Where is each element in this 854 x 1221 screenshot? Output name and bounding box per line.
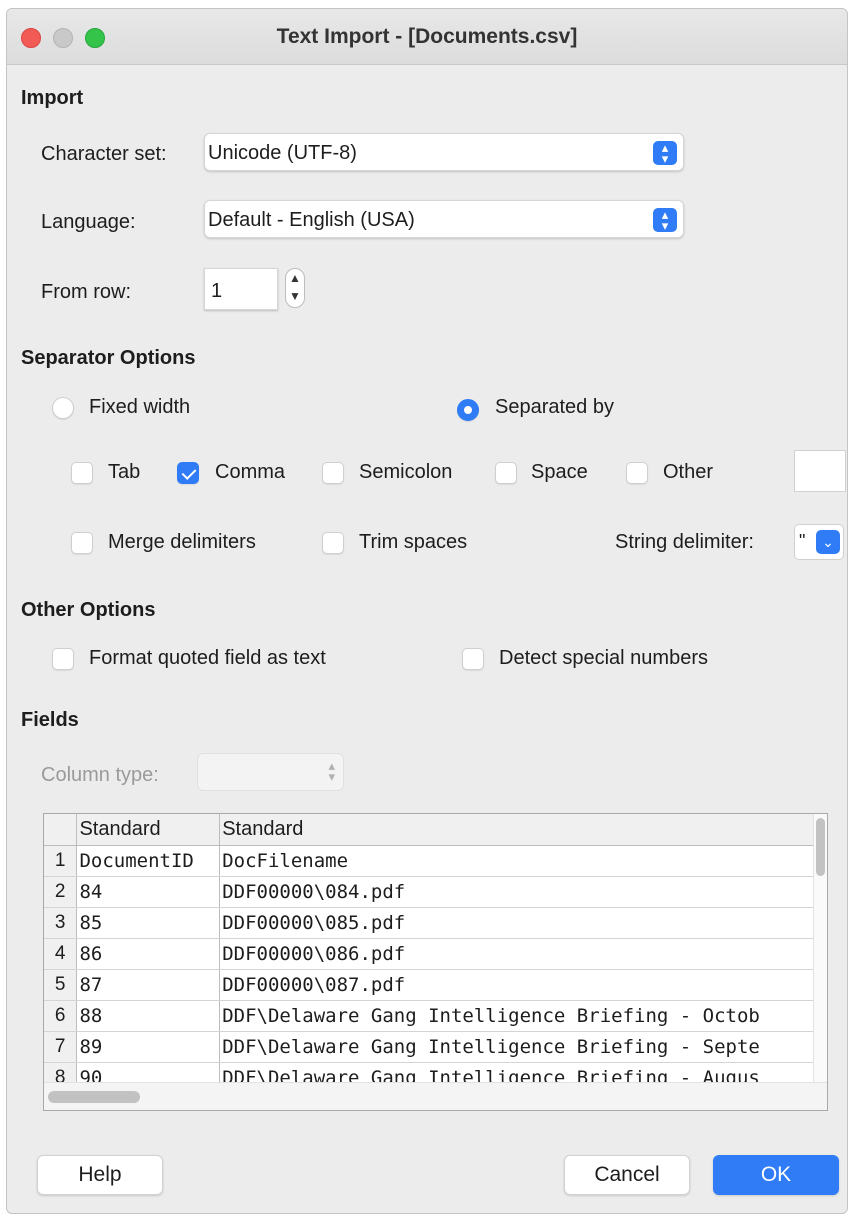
other-checkbox[interactable] [626, 462, 648, 484]
merge-delimiters-label: Merge delimiters [108, 531, 256, 553]
separated-by-label: Separated by [495, 396, 614, 418]
other-options-heading: Other Options [21, 599, 156, 621]
separated-by-radio[interactable] [457, 399, 479, 421]
comma-label: Comma [215, 461, 286, 483]
semicolon-label: Semicolon [359, 461, 453, 483]
horizontal-scroll-thumb[interactable] [48, 1091, 140, 1103]
trim-spaces-label: Trim spaces [359, 531, 468, 553]
language-select[interactable]: Default - English (USA) ▴ ▾ [204, 200, 684, 238]
fromrow-value: 1 [211, 280, 223, 302]
format-quoted-checkbox[interactable] [52, 648, 74, 670]
text-import-dialog: Text Import - [Documents.csv] Import Cha… [6, 8, 848, 1214]
trim-spaces-checkbox[interactable] [322, 532, 344, 554]
table-cell: DDF\Delaware Gang Intelligence Briefing … [219, 1031, 827, 1063]
table-cell: DDF00000\087.pdf [219, 969, 827, 1001]
table-cell: 87 [76, 969, 221, 1001]
table-cell: 86 [76, 938, 221, 970]
table-cell: DDF00000\086.pdf [219, 938, 827, 970]
comma-checkbox[interactable] [177, 462, 199, 484]
vertical-scrollbar[interactable] [813, 814, 827, 1110]
window-title: Text Import - [Documents.csv] [276, 25, 578, 48]
table-cell: 88 [76, 1000, 221, 1032]
detect-special-checkbox[interactable] [462, 648, 484, 670]
tab-checkbox[interactable] [71, 462, 93, 484]
help-button[interactable]: Help [37, 1155, 163, 1195]
ok-button[interactable]: OK [713, 1155, 839, 1195]
table-cell: DocFilename [219, 845, 827, 877]
separator-heading: Separator Options [21, 347, 196, 369]
column-header[interactable]: Standard [76, 814, 221, 846]
space-label: Space [531, 461, 588, 483]
import-heading: Import [21, 87, 84, 109]
table-row: 7 89 DDF\Delaware Gang Intelligence Brie… [44, 1031, 827, 1063]
chevron-down-icon: ⌄ [816, 530, 840, 554]
cancel-button[interactable]: Cancel [564, 1155, 690, 1195]
title-bar: Text Import - [Documents.csv] [7, 9, 847, 65]
table-cell: 84 [76, 876, 221, 908]
row-number: 2 [44, 876, 78, 908]
preview-grid[interactable]: Standard Standard 1 DocumentID DocFilena… [43, 813, 828, 1111]
language-value: Default - English (USA) [208, 209, 415, 231]
table-row: 1 DocumentID DocFilename [44, 845, 827, 877]
table-row: 3 85 DDF00000\085.pdf [44, 907, 827, 939]
vertical-scroll-thumb[interactable] [816, 818, 825, 876]
table-cell: DDF00000\084.pdf [219, 876, 827, 908]
row-number: 6 [44, 1000, 78, 1032]
format-quoted-label: Format quoted field as text [89, 647, 326, 669]
table-cell: DDF\Delaware Gang Intelligence Briefing … [219, 1000, 827, 1032]
column-type-label: Column type: [41, 764, 159, 786]
table-row: 2 84 DDF00000\084.pdf [44, 876, 827, 908]
fromrow-label: From row: [41, 281, 131, 303]
table-row: 6 88 DDF\Delaware Gang Intelligence Brie… [44, 1000, 827, 1032]
table-row: 4 86 DDF00000\086.pdf [44, 938, 827, 970]
row-number: 7 [44, 1031, 78, 1063]
chevron-down-icon[interactable]: ▼ [286, 287, 304, 305]
column-header[interactable]: Standard [219, 814, 827, 846]
row-number: 1 [44, 845, 78, 877]
fields-heading: Fields [21, 709, 79, 731]
table-cell: DocumentID [76, 845, 221, 877]
updown-chevron-icon: ▴ ▾ [653, 208, 677, 232]
language-label: Language: [41, 211, 136, 233]
space-checkbox[interactable] [495, 462, 517, 484]
chevron-up-icon[interactable]: ▲ [286, 269, 304, 287]
charset-select[interactable]: Unicode (UTF-8) ▴ ▾ [204, 133, 684, 171]
fixed-width-label: Fixed width [89, 396, 191, 418]
merge-delimiters-checkbox[interactable] [71, 532, 93, 554]
preview-table: Standard Standard 1 DocumentID DocFilena… [44, 814, 827, 1094]
corner-cell [44, 814, 78, 846]
string-delimiter-label: String delimiter: [615, 531, 754, 553]
table-cell: 89 [76, 1031, 221, 1063]
column-type-select[interactable]: ▴ ▾ [197, 753, 344, 791]
horizontal-scrollbar[interactable] [44, 1082, 827, 1110]
string-delimiter-value: " [799, 531, 806, 551]
row-number: 5 [44, 969, 78, 1001]
updown-chevron-icon: ▴ ▾ [653, 141, 677, 165]
charset-label: Character set: [41, 143, 167, 165]
fromrow-stepper[interactable]: ▲ ▼ [285, 268, 305, 308]
fixed-width-radio[interactable] [52, 397, 74, 419]
row-number: 4 [44, 938, 78, 970]
semicolon-checkbox[interactable] [322, 462, 344, 484]
charset-value: Unicode (UTF-8) [208, 142, 357, 164]
table-row: 5 87 DDF00000\087.pdf [44, 969, 827, 1001]
updown-chevron-icon: ▴ ▾ [328, 758, 335, 784]
row-number: 3 [44, 907, 78, 939]
other-label: Other [663, 461, 714, 483]
tab-label: Tab [108, 461, 141, 483]
table-cell: 85 [76, 907, 221, 939]
string-delimiter-select[interactable]: " ⌄ [794, 524, 844, 560]
header-row: Standard Standard [44, 814, 827, 846]
fromrow-input[interactable]: 1 [204, 268, 278, 310]
table-cell: DDF00000\085.pdf [219, 907, 827, 939]
detect-special-label: Detect special numbers [499, 647, 708, 669]
other-separator-input[interactable] [794, 450, 846, 492]
